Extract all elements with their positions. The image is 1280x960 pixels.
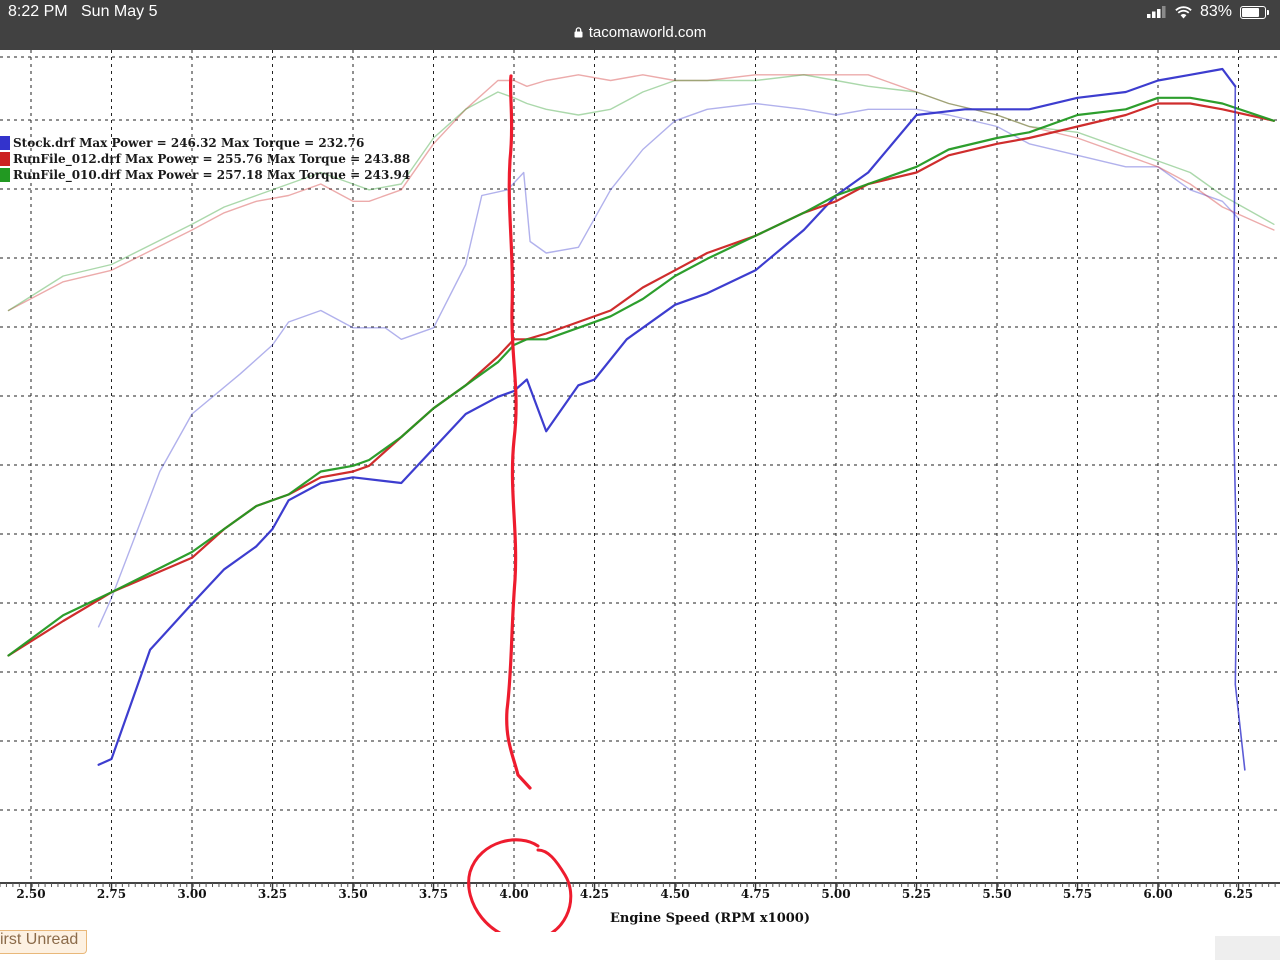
x-tick-label: 5.75: [1063, 887, 1092, 901]
x-tick-label: 4.50: [660, 887, 689, 901]
address-bar[interactable]: tacomaworld.com: [574, 24, 707, 41]
x-tick-label: 4.00: [499, 887, 528, 901]
legend-item: RunFile_010.drf Max Power = 257.18 Max T…: [0, 167, 410, 183]
status-bar: 8:22 PM Sun May 5 tacomaworld.com 83%: [0, 0, 1280, 50]
legend-swatch: [0, 152, 10, 166]
x-tick-label: 5.25: [902, 887, 931, 901]
x-tick-label: 2.50: [16, 887, 45, 901]
x-axis-label: Engine Speed (RPM x1000): [610, 911, 810, 926]
x-tick-label: 4.75: [741, 887, 770, 901]
x-tick-label: 3.00: [177, 887, 206, 901]
x-tick-label: 6.00: [1143, 887, 1172, 901]
x-tick-label: 3.75: [419, 887, 448, 901]
x-tick-label: 3.50: [338, 887, 367, 901]
legend-swatch: [0, 136, 10, 150]
cellular-signal-icon: [1146, 6, 1166, 18]
corner-panel: [1215, 936, 1280, 960]
x-tick-label: 2.75: [97, 887, 126, 901]
x-tick-label: 4.25: [580, 887, 609, 901]
x-tick-label: 6.25: [1224, 887, 1253, 901]
legend-item: RunFile_012.drf Max Power = 255.76 Max T…: [0, 151, 410, 167]
series-line-runfile010_torque: [7, 74, 1275, 312]
x-tick-label: 5.00: [821, 887, 850, 901]
annotation-vertical-line: [505, 74, 532, 790]
legend-label: RunFile_012.drf Max Power = 255.76 Max T…: [13, 152, 411, 166]
series-line-runfile012_power: [7, 102, 1276, 657]
series-line-runfile012_torque: [7, 74, 1275, 312]
x-tick-label: 5.50: [982, 887, 1011, 901]
status-time: 8:22 PM: [8, 3, 68, 20]
legend-swatch: [0, 168, 10, 182]
lock-icon: [574, 27, 583, 38]
hand-drawn-annotation: [467, 74, 573, 932]
legend-label: Stock.drf Max Power = 246.32 Max Torque …: [13, 136, 365, 150]
first-unread-button[interactable]: irst Unread: [0, 930, 88, 954]
legend-label: RunFile_010.drf Max Power = 257.18 Max T…: [13, 168, 411, 182]
chart-legend: Stock.drf Max Power = 246.32 Max Torque …: [0, 135, 410, 183]
url-text: tacomaworld.com: [588, 24, 707, 41]
legend-item: Stock.drf Max Power = 246.32 Max Torque …: [0, 135, 410, 151]
wifi-icon: [1175, 5, 1192, 18]
battery-percent: 83%: [1199, 3, 1232, 20]
annotation-circle: [467, 838, 573, 932]
x-tick-label: 3.25: [258, 887, 287, 901]
battery-icon: [1240, 5, 1269, 19]
status-date: Sun May 5: [81, 3, 158, 20]
